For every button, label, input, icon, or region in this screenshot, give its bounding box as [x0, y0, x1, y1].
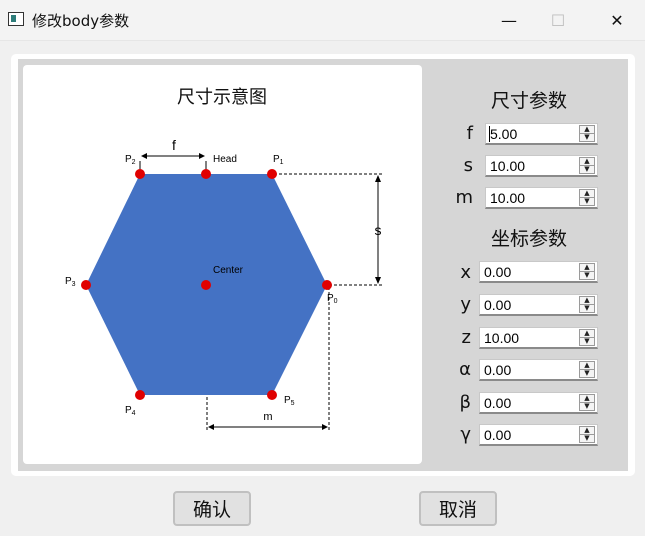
app-icon — [8, 12, 24, 26]
gamma-decrement-button[interactable]: ▼ — [579, 435, 595, 443]
f-param-label: f — [466, 123, 473, 144]
beta-param-label: β — [459, 392, 472, 413]
z-value: 10.00 — [484, 330, 520, 346]
s-param-label: s — [463, 155, 473, 176]
point-p5 — [267, 390, 277, 400]
m-param-label: m — [455, 187, 473, 208]
y-decrement-button[interactable]: ▼ — [579, 305, 595, 313]
minimize-button[interactable]: — — [486, 0, 532, 40]
point-p2 — [135, 169, 145, 179]
f-spinbox[interactable]: 5.00 ▲ ▼ — [485, 123, 598, 145]
gamma-param-label: γ — [460, 424, 471, 445]
y-value: 0.00 — [484, 297, 512, 313]
maximize-button[interactable]: ☐ — [535, 0, 581, 40]
confirm-button[interactable]: 确认 — [173, 491, 251, 526]
x-value: 0.00 — [484, 264, 512, 280]
coord-params-title: 坐标参数 — [490, 228, 567, 250]
beta-value: 0.00 — [484, 395, 512, 411]
alpha-param-label: α — [459, 359, 471, 380]
m-value: 10.00 — [490, 190, 526, 206]
alpha-spinbox[interactable]: 0.00 ▲ ▼ — [479, 359, 598, 381]
p4-label: P4 — [125, 405, 136, 417]
x-decrement-button[interactable]: ▼ — [579, 272, 595, 280]
m-decrement-button[interactable]: ▼ — [579, 198, 595, 206]
point-center — [201, 280, 211, 290]
point-p4 — [135, 390, 145, 400]
s-label: s — [375, 222, 382, 238]
beta-spinbox[interactable]: 0.00 ▲ ▼ — [479, 392, 598, 414]
p2-label: P2 — [125, 154, 136, 166]
point-head — [201, 169, 211, 179]
diagram-title: 尺寸示意图 — [177, 87, 267, 107]
alpha-value: 0.00 — [484, 362, 512, 378]
z-spinbox[interactable]: 10.00 ▲ ▼ — [479, 327, 598, 349]
s-value: 10.00 — [490, 158, 526, 174]
center-label: Center — [213, 265, 244, 276]
f-value: 5.00 — [490, 126, 518, 142]
title-bar: 修改body参数 — ☐ ✕ — [0, 0, 645, 41]
diagram-panel: 尺寸示意图 f s m Head Center P2 P1 P3 P0 P4 P… — [23, 65, 422, 464]
gamma-spinbox[interactable]: 0.00 ▲ ▼ — [479, 424, 598, 446]
f-label: f — [172, 137, 176, 153]
alpha-decrement-button[interactable]: ▼ — [579, 370, 595, 378]
z-param-label: z — [461, 327, 471, 348]
p5-label: P5 — [284, 395, 295, 407]
size-params-title: 尺寸参数 — [490, 90, 567, 112]
s-decrement-button[interactable]: ▼ — [579, 166, 595, 174]
y-spinbox[interactable]: 0.00 ▲ ▼ — [479, 294, 598, 316]
p1-label: P1 — [273, 154, 284, 166]
z-decrement-button[interactable]: ▼ — [579, 338, 595, 346]
x-spinbox[interactable]: 0.00 ▲ ▼ — [479, 261, 598, 283]
y-param-label: y — [460, 294, 471, 315]
point-p0 — [322, 280, 332, 290]
head-label: Head — [213, 154, 237, 165]
m-spinbox[interactable]: 10.00 ▲ ▼ — [485, 187, 598, 209]
gamma-value: 0.00 — [484, 427, 512, 443]
s-spinbox[interactable]: 10.00 ▲ ▼ — [485, 155, 598, 177]
x-param-label: x — [460, 262, 471, 283]
p0-label: P0 — [327, 293, 338, 305]
close-button[interactable]: ✕ — [594, 0, 640, 40]
cancel-button[interactable]: 取消 — [419, 491, 497, 526]
point-p3 — [81, 280, 91, 290]
p3-label: P3 — [65, 276, 76, 288]
beta-decrement-button[interactable]: ▼ — [579, 403, 595, 411]
hexagon-diagram: 尺寸示意图 f s m Head Center P2 P1 P3 P0 P4 P… — [65, 87, 384, 431]
point-p1 — [267, 169, 277, 179]
f-decrement-button[interactable]: ▼ — [579, 134, 595, 142]
m-label: m — [263, 411, 272, 423]
window-title: 修改body参数 — [32, 12, 130, 30]
